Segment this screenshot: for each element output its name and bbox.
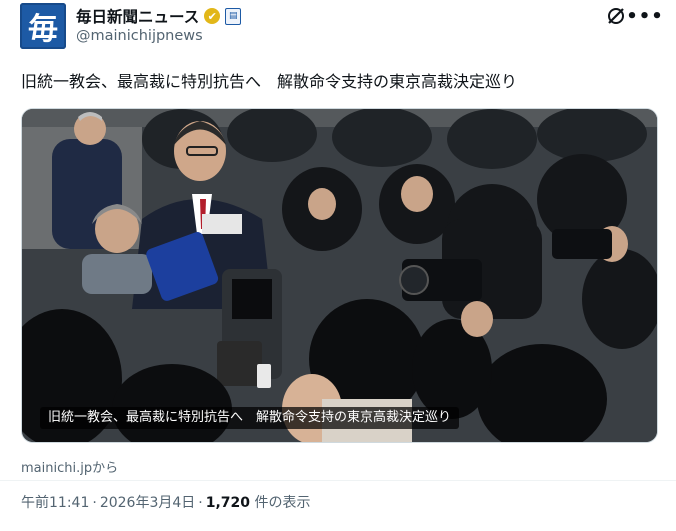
verified-badge-icon[interactable]: ✔ [204,8,221,24]
views-count[interactable]: 1,720 [206,495,250,511]
meta-separator: · [198,495,203,511]
divider [0,480,676,481]
avatar[interactable]: 毎 [20,3,66,49]
tweet-text: 旧統一教会、最高裁に特別抗告へ 解散命令支持の東京高裁決定巡り [21,72,518,91]
press-scrum-photo [22,109,657,442]
tweet-image[interactable]: 旧統一教会、最高裁に特別抗告へ 解散命令支持の東京高裁決定巡り [21,108,658,443]
link-source[interactable]: mainichi.jpから [21,457,118,476]
tweet-header: 毎 毎日新聞ニュース ✔ ▤ @mainichijpnews ••• [20,3,664,51]
grok-icon[interactable] [605,5,627,27]
display-name[interactable]: 毎日新聞ニュース [76,5,199,27]
tweet-time[interactable]: 午前11:41 [21,495,89,511]
views-label: 件の表示 [250,495,311,511]
meta-separator: · [92,495,97,511]
handle[interactable]: @mainichijpnews [76,28,203,44]
tweet-date[interactable]: 2026年3月4日 [100,495,195,511]
image-caption: 旧統一教会、最高裁に特別抗告へ 解散命令支持の東京高裁決定巡り [40,407,460,429]
more-options-icon[interactable]: ••• [626,5,663,27]
org-affiliation-icon[interactable]: ▤ [225,7,242,25]
tweet-meta: 午前11:41 · 2026年3月4日 · 1,720 件の表示 [21,492,310,512]
name-row: 毎日新聞ニュース ✔ ▤ [76,5,242,27]
